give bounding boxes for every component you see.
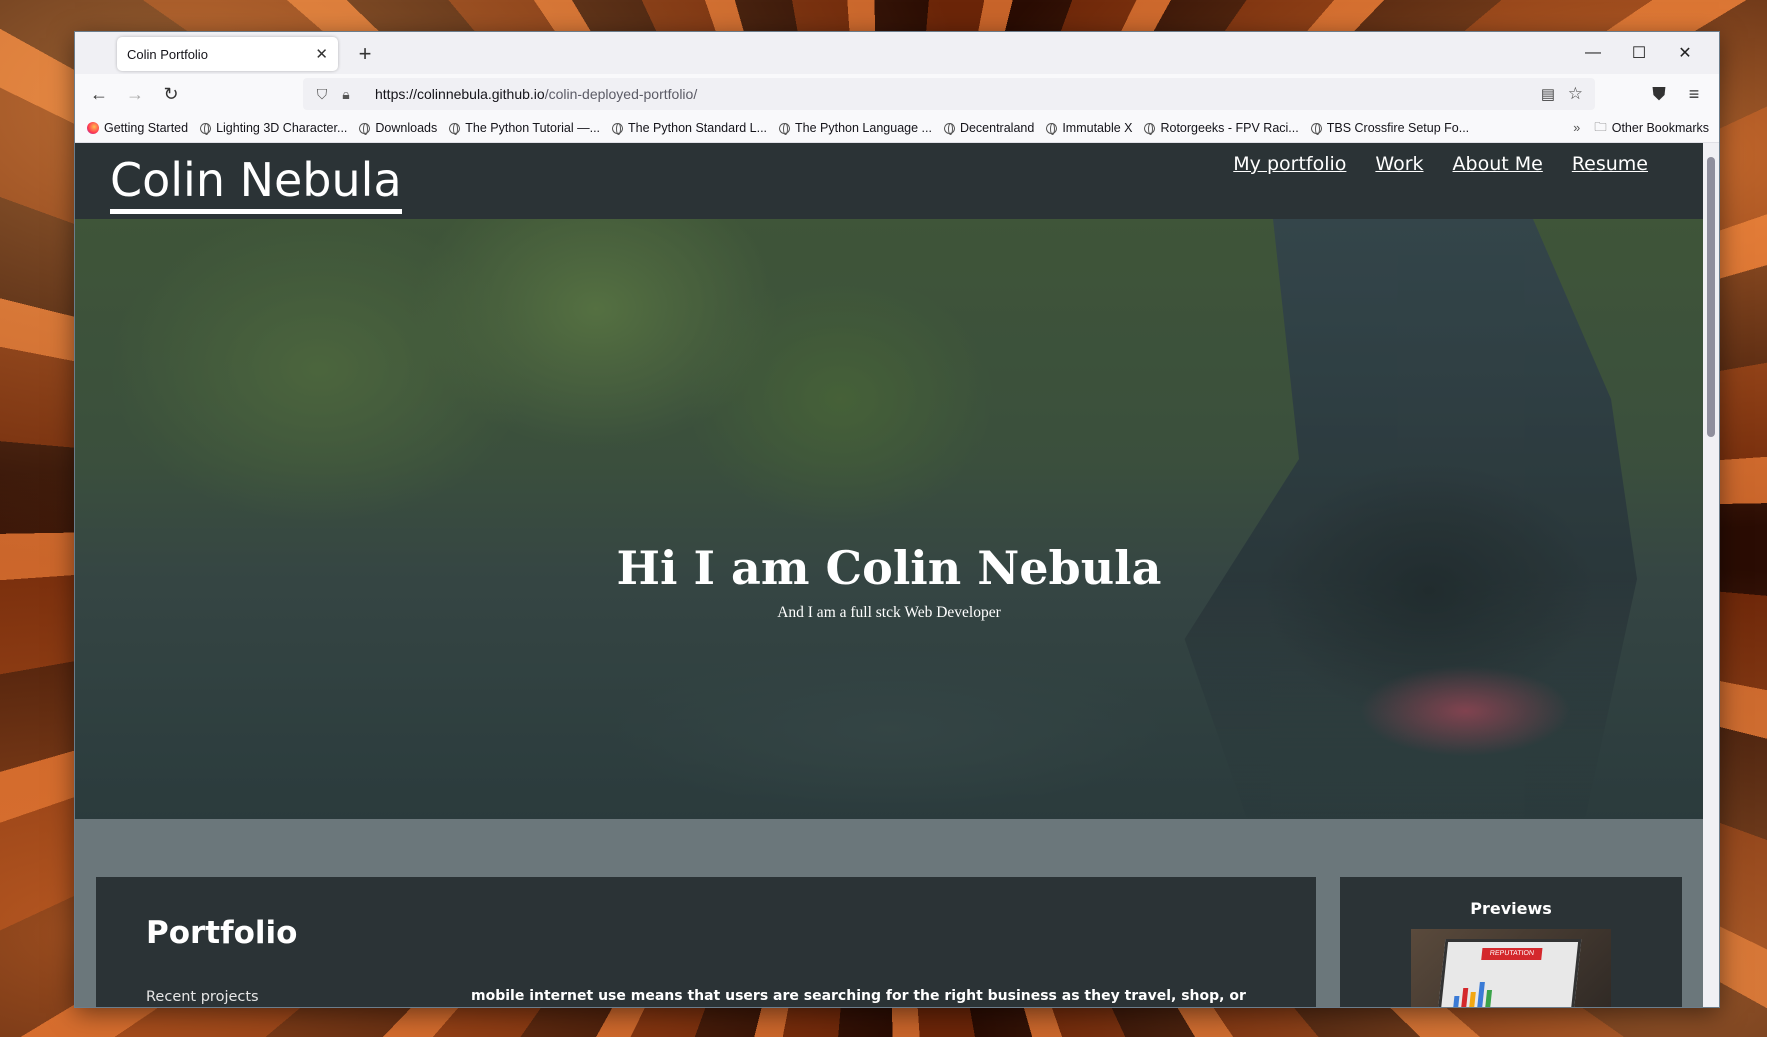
bookmark-item[interactable]: TBS Crossfire Setup Fo... — [1310, 121, 1470, 135]
back-icon[interactable]: ← — [85, 80, 113, 108]
globe-icon — [1144, 122, 1156, 135]
globe-icon — [612, 122, 624, 135]
bookmark-label: The Python Standard L... — [628, 121, 768, 135]
laptop-graphic: REPUTATION — [1436, 939, 1582, 1007]
globe-icon — [779, 122, 791, 135]
navigation-toolbar: ← → ↻ ⛉ 🔒︎ https://colinnebula.github.io… — [75, 74, 1719, 114]
bar-graphic — [1452, 982, 1496, 1007]
menu-icon[interactable]: ≡ — [1680, 80, 1708, 108]
previews-section: Previews REPUTATION — [1340, 877, 1682, 1007]
bookmark-label: TBS Crossfire Setup Fo... — [1326, 121, 1470, 135]
nav-resume[interactable]: Resume — [1572, 153, 1648, 175]
bookmark-item[interactable]: Immutable X — [1046, 121, 1132, 135]
nav-about-me[interactable]: About Me — [1453, 153, 1543, 175]
globe-icon — [359, 122, 371, 135]
bookmark-label: Lighting 3D Character... — [216, 121, 348, 135]
globe-icon — [449, 122, 461, 135]
bookmark-item[interactable]: The Python Language ... — [779, 121, 932, 135]
hero-banner: Hi I am Colin Nebula And I am a full stc… — [75, 219, 1703, 819]
firefox-icon — [87, 122, 99, 134]
bookmark-item[interactable]: The Python Tutorial —... — [449, 121, 600, 135]
reader-view-icon[interactable]: ▤ — [1541, 85, 1555, 103]
chevron-double-right-icon[interactable]: » — [1573, 121, 1580, 135]
url-path: /colin-deployed-portfolio/ — [544, 86, 698, 102]
globe-icon — [1046, 122, 1058, 135]
recent-projects-label: Recent projects — [146, 989, 259, 1005]
bookmark-label: Getting Started — [104, 121, 189, 135]
preview-image[interactable]: REPUTATION — [1411, 929, 1611, 1007]
tab-colin-portfolio[interactable]: Colin Portfolio ✕ — [117, 37, 338, 71]
url-host: https://colinnebula.github.io — [375, 86, 545, 102]
bookmark-item[interactable]: Downloads — [359, 121, 437, 135]
maximize-icon[interactable]: ☐ — [1616, 32, 1662, 74]
other-bookmarks-label: Other Bookmarks — [1611, 121, 1709, 135]
globe-icon — [1310, 122, 1322, 135]
site-brand[interactable]: Colin Nebula — [110, 153, 402, 214]
tab-title: Colin Portfolio — [127, 46, 208, 62]
other-bookmarks[interactable]: » 🗀 Other Bookmarks — [1573, 118, 1709, 139]
previews-heading: Previews — [1470, 899, 1552, 918]
portfolio-section: Portfolio Recent projects mobile interne… — [96, 877, 1316, 1007]
bookmark-label: The Python Language ... — [795, 121, 932, 135]
url-text[interactable]: https://colinnebula.github.io/colin-depl… — [375, 86, 697, 102]
minimize-icon[interactable]: — — [1570, 32, 1616, 74]
globe-icon — [200, 122, 212, 135]
url-bar[interactable]: ⛉ 🔒︎ https://colinnebula.github.io/colin… — [303, 78, 1595, 110]
bookmark-label: Immutable X — [1062, 121, 1133, 135]
bookmark-item[interactable]: Lighting 3D Character... — [200, 121, 347, 135]
bookmark-item[interactable]: The Python Standard L... — [612, 121, 767, 135]
page-scrollbar[interactable] — [1703, 143, 1719, 1007]
tab-strip: Colin Portfolio ✕ + — ☐ ✕ — [75, 32, 1719, 74]
bookmark-item[interactable]: Getting Started — [87, 121, 188, 135]
nav-work[interactable]: Work — [1375, 153, 1423, 175]
reputation-badge: REPUTATION — [1481, 948, 1543, 960]
folder-icon: 🗀 — [1594, 119, 1607, 134]
portfolio-body-text: mobile internet use means that users are… — [471, 988, 1246, 1004]
forward-icon[interactable]: → — [121, 80, 149, 108]
portfolio-heading: Portfolio — [146, 915, 298, 951]
nav-my-portfolio[interactable]: My portfolio — [1233, 153, 1346, 175]
bookmark-label: Downloads — [375, 121, 438, 135]
new-tab-icon[interactable]: + — [351, 40, 379, 68]
browser-window: Colin Portfolio ✕ + — ☐ ✕ ← → ↻ ⛉ 🔒︎ htt… — [75, 32, 1719, 1007]
globe-icon — [943, 122, 955, 135]
close-window-icon[interactable]: ✕ — [1662, 32, 1708, 74]
bookmark-item[interactable]: Rotorgeeks - FPV Raci... — [1144, 121, 1299, 135]
bookmark-item[interactable]: Decentraland — [943, 121, 1035, 135]
site-header: Colin Nebula My portfolio Work About Me … — [75, 143, 1703, 219]
scrollbar-thumb[interactable] — [1707, 157, 1715, 437]
hero-overlay — [75, 219, 1703, 819]
pocket-icon[interactable]: ⛊ — [1645, 80, 1673, 108]
page-content: Colin Nebula My portfolio Work About Me … — [75, 143, 1703, 1007]
bookmark-label: Rotorgeeks - FPV Raci... — [1160, 121, 1299, 135]
close-tab-icon[interactable]: ✕ — [315, 45, 328, 63]
bookmarks-toolbar: Getting Started Lighting 3D Character...… — [75, 114, 1719, 143]
bookmark-star-icon[interactable]: ☆ — [1568, 84, 1583, 104]
hero-subtitle: And I am a full stck Web Developer — [777, 604, 1001, 621]
site-nav: My portfolio Work About Me Resume — [1204, 153, 1648, 175]
hero-title: Hi I am Colin Nebula — [616, 541, 1162, 595]
bookmark-label: The Python Tutorial —... — [465, 121, 601, 135]
reload-icon[interactable]: ↻ — [157, 80, 185, 108]
bookmark-label: Decentraland — [959, 121, 1035, 135]
lock-icon[interactable]: 🔒︎ — [337, 86, 355, 103]
shield-icon[interactable]: ⛉ — [313, 86, 331, 103]
